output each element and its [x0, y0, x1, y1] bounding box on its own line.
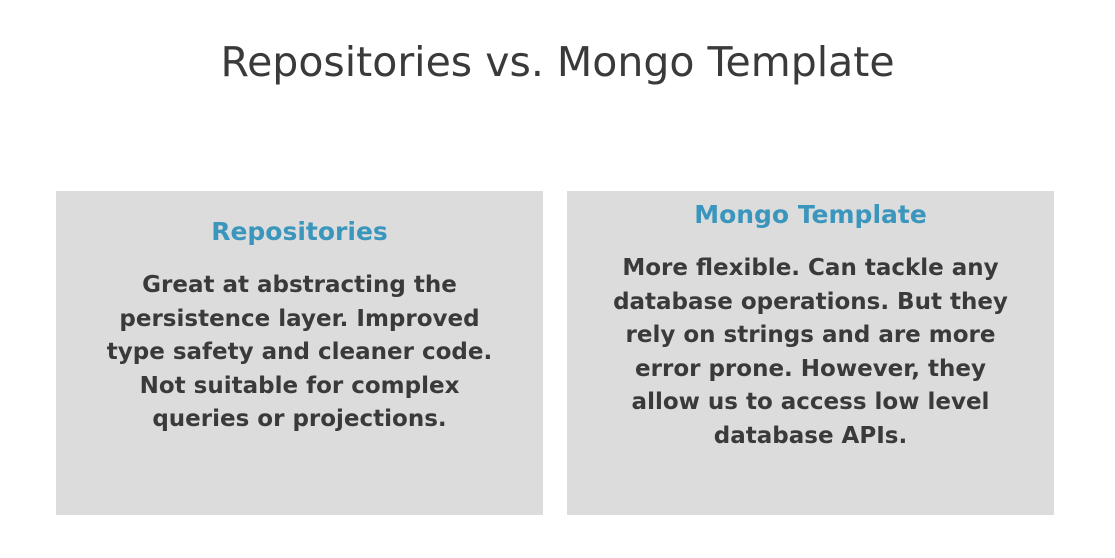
card-line: allow us to access low level: [631, 389, 990, 415]
card-line: Not suitable for complex: [139, 372, 460, 399]
card-line: queries or projections.: [152, 406, 447, 432]
card-line: Great at abstracting the: [142, 272, 457, 298]
slide-title: Repositories vs. Mongo Template: [220, 38, 895, 86]
card-line: database operations. But they: [613, 288, 1008, 315]
card-line: database APIs.: [713, 422, 908, 449]
card-heading: Repositories: [211, 217, 388, 246]
card-line: More flexible. Can tackle any: [622, 255, 999, 281]
card-line: error prone. However, they: [635, 355, 986, 382]
card-line: type safety and cleaner code.: [106, 339, 493, 365]
card-body: More flexible. Can tackle any database o…: [581, 252, 1040, 453]
mongo-template-card: Mongo Template More flexible. Can tackle…: [567, 191, 1054, 515]
card-body: Great at abstracting the persistence lay…: [70, 269, 529, 437]
card-line: persistence layer. Improved: [119, 305, 480, 332]
card-heading: Mongo Template: [694, 200, 927, 229]
repositories-card: Repositories Great at abstracting the pe…: [56, 191, 543, 515]
card-line: rely on strings and are more: [625, 322, 996, 348]
